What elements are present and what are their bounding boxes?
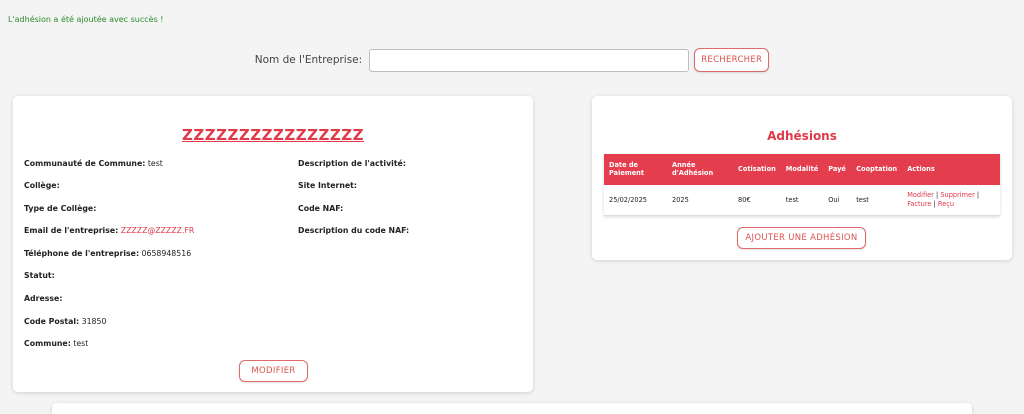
recu-link[interactable]: Reçu bbox=[938, 200, 954, 208]
field-code-naf: Code NAF: bbox=[298, 204, 344, 213]
cell-annee: 2025 bbox=[667, 185, 733, 216]
field-college: Collège: bbox=[24, 181, 60, 190]
modifier-link[interactable]: Modifier bbox=[907, 191, 934, 199]
field-statut: Statut: bbox=[24, 271, 55, 280]
col-modalite: Modalité bbox=[780, 154, 824, 185]
col-actions: Actions bbox=[902, 154, 1000, 185]
cell-cotisation: 80€ bbox=[733, 185, 781, 216]
search-bar: Nom de l'Entreprise: Rechercher bbox=[0, 48, 1024, 72]
cell-actions: Modifier | Supprimer | Facture | Reçu bbox=[902, 185, 1000, 216]
bottom-card bbox=[52, 403, 972, 414]
search-button[interactable]: Rechercher bbox=[694, 48, 770, 72]
field-type-college: Type de Collège: bbox=[24, 204, 97, 213]
company-email-link[interactable]: ZZZZZ@ZZZZZ.FR bbox=[121, 226, 195, 235]
table-header-row: Date de Paiement Année d'Adhésion Cotisa… bbox=[604, 154, 1000, 185]
field-commune: Commune: test bbox=[24, 339, 89, 348]
col-cotisation: Cotisation bbox=[733, 154, 781, 185]
cell-cooptation: test bbox=[851, 185, 903, 216]
company-search-input[interactable] bbox=[369, 48, 690, 72]
field-communaute: Communauté de Commune: test bbox=[24, 159, 163, 168]
cell-paye: Oui bbox=[823, 185, 852, 216]
col-paye: Payé bbox=[823, 154, 852, 185]
field-description-naf: Description du code NAF: bbox=[298, 226, 410, 235]
cell-date: 25/02/2025 bbox=[604, 185, 667, 216]
col-annee-adhesion: Année d'Adhésion bbox=[667, 154, 733, 185]
add-adhesion-button[interactable]: Ajouter une adhésion bbox=[737, 227, 866, 249]
adhesions-table: Date de Paiement Année d'Adhésion Cotisa… bbox=[604, 154, 1000, 216]
facture-link[interactable]: Facture bbox=[907, 200, 931, 208]
col-cooptation: Cooptation bbox=[851, 154, 903, 185]
field-telephone: Téléphone de l'entreprise: 0658948516 bbox=[24, 249, 192, 258]
col-date-paiement: Date de Paiement bbox=[604, 154, 667, 185]
table-row: 25/02/2025 2025 80€ test Oui test Modifi… bbox=[604, 185, 1000, 216]
company-name: ZZZZZZZZZZZZZZZZ bbox=[181, 126, 365, 144]
adhesions-title: Adhésions bbox=[767, 129, 837, 143]
cell-modalite: test bbox=[780, 185, 824, 216]
field-adresse: Adresse: bbox=[24, 294, 63, 303]
success-message: L'adhésion a été ajoutée avec succès ! bbox=[8, 15, 164, 24]
field-site-internet: Site Internet: bbox=[298, 181, 358, 190]
field-description-activite: Description de l'activité: bbox=[298, 159, 406, 168]
search-label: Nom de l'Entreprise: bbox=[254, 54, 363, 66]
adhesions-card: Adhésions Date de Paiement Année d'Adhés… bbox=[592, 96, 1012, 260]
company-details-card: ZZZZZZZZZZZZZZZZ Communauté de Commune: … bbox=[13, 96, 533, 392]
supprimer-link[interactable]: Supprimer bbox=[940, 191, 974, 199]
field-email: Email de l'entreprise: ZZZZZ@ZZZZZ.FR bbox=[24, 226, 195, 235]
field-code-postal: Code Postal: 31850 bbox=[24, 317, 107, 326]
modify-company-button[interactable]: Modifier bbox=[239, 360, 308, 382]
